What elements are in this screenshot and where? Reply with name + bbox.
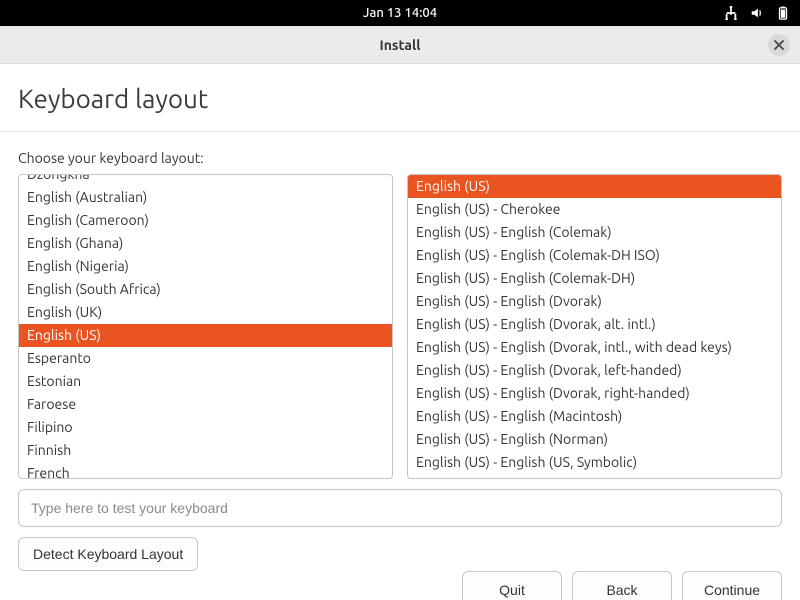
list-item[interactable]: English (US) - English (Dvorak, right-ha… [408, 382, 781, 405]
list-item[interactable]: English (US) [408, 175, 781, 198]
close-icon [774, 40, 784, 50]
list-item[interactable]: English (US) - English (Macintosh) [408, 405, 781, 428]
list-item[interactable]: English (US) - Cherokee [408, 198, 781, 221]
list-item[interactable]: Estonian [19, 370, 392, 393]
list-item[interactable]: English (US) - English (Dvorak) [408, 290, 781, 313]
list-item[interactable]: English (US) - English (Colemak-DH ISO) [408, 244, 781, 267]
list-item[interactable]: English (US) - English (Dvorak, left-han… [408, 359, 781, 382]
page-title: Keyboard layout [18, 84, 782, 113]
list-item[interactable]: Esperanto [19, 347, 392, 370]
back-button[interactable]: Back [572, 571, 672, 600]
datetime-label[interactable]: Jan 13 14:04 [363, 6, 437, 20]
list-item[interactable]: English (US) - English (US, alt. intl.) [408, 474, 781, 479]
list-item[interactable]: English (Ghana) [19, 232, 392, 255]
list-item[interactable]: English (US) - English (US, Symbolic) [408, 451, 781, 474]
layout-lists-container: DzongkhaEnglish (Australian)English (Cam… [18, 174, 782, 479]
system-tray[interactable] [724, 6, 790, 20]
list-item[interactable]: English (UK) [19, 301, 392, 324]
page-content: Keyboard layout Choose your keyboard lay… [0, 64, 800, 571]
list-item[interactable]: Dzongkha [19, 174, 392, 186]
battery-icon [776, 6, 790, 20]
quit-button[interactable]: Quit [462, 571, 562, 600]
layout-country-list[interactable]: DzongkhaEnglish (Australian)English (Cam… [18, 174, 393, 479]
list-item[interactable]: Finnish [19, 439, 392, 462]
list-item[interactable]: English (South Africa) [19, 278, 392, 301]
window-title: Install [380, 37, 421, 53]
layout-variant-list[interactable]: English (US)English (US) - CherokeeEngli… [407, 174, 782, 479]
divider [0, 131, 800, 132]
list-item[interactable]: English (US) - English (Colemak-DH) [408, 267, 781, 290]
list-item[interactable]: English (Cameroon) [19, 209, 392, 232]
list-item[interactable]: French [19, 462, 392, 479]
detect-keyboard-button[interactable]: Detect Keyboard Layout [18, 537, 198, 571]
continue-button[interactable]: Continue [682, 571, 782, 600]
keyboard-test-input[interactable] [18, 489, 782, 527]
close-button[interactable] [768, 34, 790, 56]
window-titlebar: Install [0, 26, 800, 64]
list-item[interactable]: Faroese [19, 393, 392, 416]
page-subtitle: Choose your keyboard layout: [18, 150, 782, 166]
gnome-top-bar: Jan 13 14:04 [0, 0, 800, 26]
footer-buttons: Quit Back Continue [462, 571, 800, 600]
list-item[interactable]: English (US) [19, 324, 392, 347]
network-icon [724, 6, 738, 20]
list-item[interactable]: English (Australian) [19, 186, 392, 209]
list-item[interactable]: English (US) - English (Colemak) [408, 221, 781, 244]
list-item[interactable]: English (US) - English (Norman) [408, 428, 781, 451]
list-item[interactable]: English (US) - English (Dvorak, intl., w… [408, 336, 781, 359]
list-item[interactable]: English (Nigeria) [19, 255, 392, 278]
list-item[interactable]: English (US) - English (Dvorak, alt. int… [408, 313, 781, 336]
volume-icon [750, 6, 764, 20]
list-item[interactable]: Filipino [19, 416, 392, 439]
